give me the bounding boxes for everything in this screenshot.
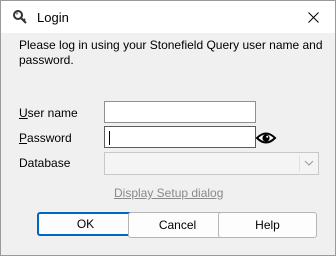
chevron-down-icon: [304, 160, 314, 166]
user-name-mnemonic: U: [19, 106, 28, 120]
cancel-button[interactable]: Cancel: [128, 212, 227, 238]
close-icon: [307, 11, 319, 23]
close-button[interactable]: [291, 1, 335, 33]
window-title: Login: [37, 10, 69, 25]
password-label-text: assword: [27, 131, 72, 145]
database-select[interactable]: [104, 152, 319, 175]
help-button[interactable]: Help: [218, 212, 317, 238]
user-name-label: User name: [19, 106, 78, 120]
user-name-label-text: ser name: [27, 106, 78, 120]
key-icon: [13, 10, 27, 24]
eye-icon[interactable]: [255, 128, 277, 148]
database-label: Database: [19, 156, 71, 170]
password-input[interactable]: [104, 126, 256, 148]
password-label: Password: [19, 131, 72, 145]
login-dialog: Login Please log in using your Stonefiel…: [0, 0, 336, 256]
user-name-input[interactable]: [104, 101, 256, 123]
title-bar: Login: [1, 1, 335, 33]
password-mnemonic: P: [19, 131, 28, 145]
ok-button[interactable]: OK: [37, 212, 134, 236]
select-divider: [299, 155, 300, 172]
display-setup-link[interactable]: Display Setup dialog: [114, 186, 223, 200]
text-caret: [109, 131, 110, 145]
login-message: Please log in using your Stonefield Quer…: [19, 38, 323, 67]
